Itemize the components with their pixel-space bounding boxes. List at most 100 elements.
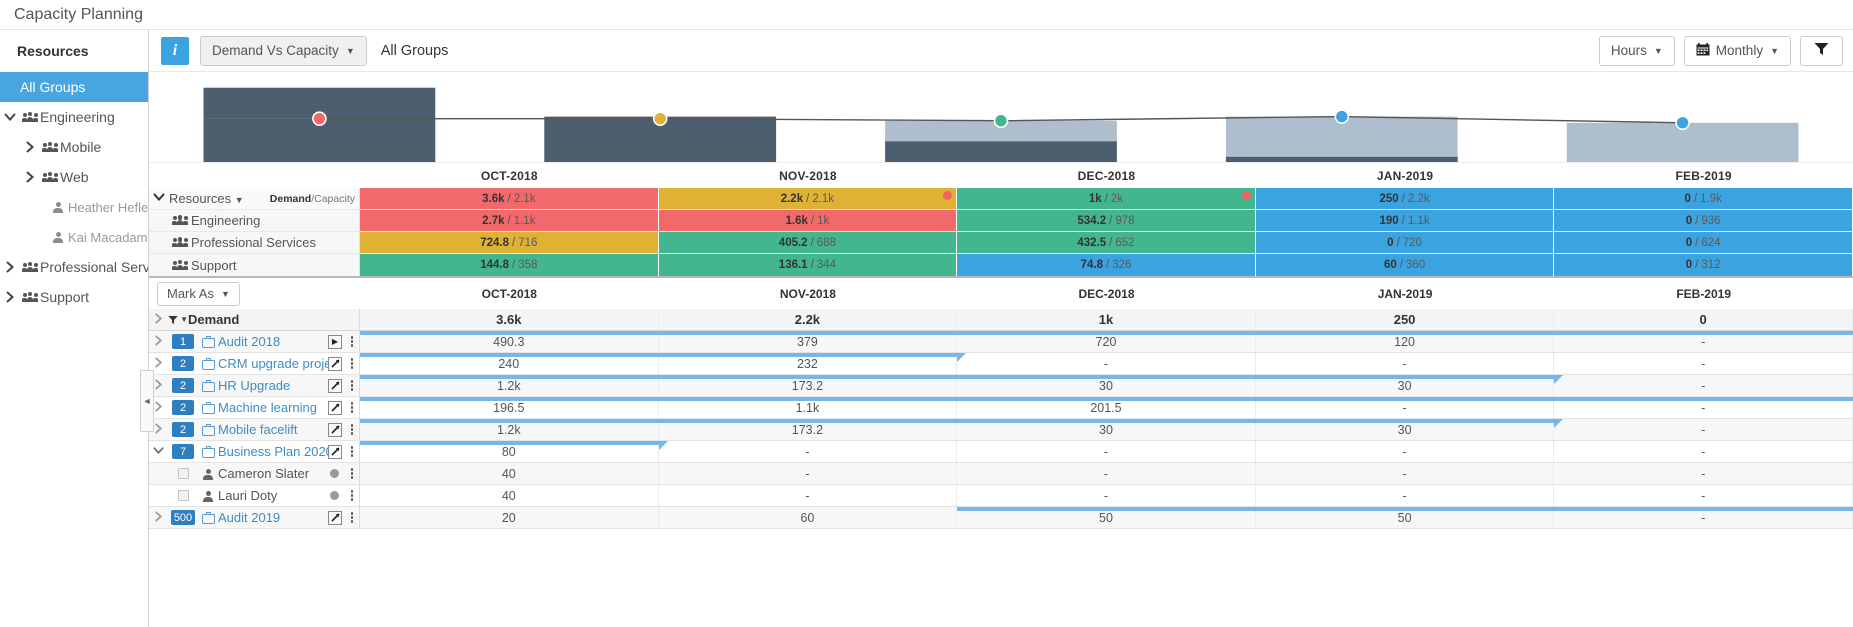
grid-cell[interactable]: - <box>659 463 958 484</box>
row-menu-icon[interactable] <box>345 512 359 523</box>
grid-cell[interactable]: 196.5 <box>360 397 659 418</box>
table-row[interactable]: 500 Audit 2019 20 60 50 50- <box>149 507 1853 529</box>
edit-icon[interactable] <box>328 510 342 525</box>
heatmap-cell[interactable]: 534.2/978 <box>957 210 1256 231</box>
grid-cell[interactable]: - <box>1554 353 1853 374</box>
sidebar-item-engineering[interactable]: Engineering <box>0 102 148 132</box>
grid-cell[interactable]: 1.2k <box>360 375 659 396</box>
mark-as-button[interactable]: Mark As ▼ <box>157 281 240 306</box>
heatmap-cell[interactable]: 2.2k/2.1k <box>658 188 958 209</box>
row-checkbox[interactable] <box>177 490 189 501</box>
chevron-right-icon[interactable] <box>0 291 20 303</box>
grid-cell[interactable]: 40 <box>360 463 659 484</box>
grid-cell[interactable]: - <box>1256 353 1555 374</box>
grid-cell[interactable]: - <box>1554 463 1853 484</box>
chevron-right-icon[interactable] <box>20 171 40 183</box>
grid-cell[interactable]: - <box>1554 441 1853 462</box>
play-icon[interactable]: ▶ <box>328 334 342 349</box>
table-row[interactable]: 2CRM upgrade project240232--- <box>149 353 1853 375</box>
row-menu-icon[interactable] <box>345 490 359 501</box>
table-row[interactable]: 1 Audit 2018 ▶ 490.3 379 720 120- <box>149 331 1853 353</box>
chevron-right-icon[interactable] <box>149 356 168 371</box>
row-menu-icon[interactable] <box>345 336 359 347</box>
alert-dot-icon[interactable] <box>943 191 953 200</box>
heatmap-cell[interactable]: 3.6k/2.1k <box>360 188 659 209</box>
grid-cell[interactable]: - <box>659 485 958 506</box>
grid-cell[interactable]: 201.5 <box>957 397 1256 418</box>
heatmap-cell[interactable]: 0/312 <box>1554 254 1853 276</box>
edit-icon[interactable] <box>328 378 342 393</box>
table-row[interactable]: 2 Machine learning 196.5 1.1k 201.5- - <box>149 397 1853 419</box>
chevron-right-icon[interactable] <box>149 510 168 525</box>
sidebar-item-support[interactable]: Support <box>0 282 148 312</box>
chevron-right-icon[interactable] <box>0 261 20 273</box>
grid-cell[interactable]: 50 <box>1256 507 1555 528</box>
grid-cell[interactable]: - <box>957 353 1256 374</box>
status-dot-icon[interactable] <box>330 469 339 478</box>
edit-icon[interactable] <box>328 444 342 459</box>
alert-dot-icon[interactable] <box>1241 191 1251 200</box>
heatmap-row-label-text[interactable]: Resources ▼ <box>169 191 270 206</box>
heatmap-cell[interactable]: 2.7k/1.1k <box>360 210 659 231</box>
table-row[interactable]: 2 HR Upgrade 1.2k 173.2 30 30- <box>149 375 1853 397</box>
row-name[interactable]: Machine learning <box>218 400 328 415</box>
grid-cell[interactable]: 379 <box>659 331 958 352</box>
grid-cell[interactable]: - <box>1554 375 1853 396</box>
heatmap-cell[interactable]: 60/360 <box>1255 254 1555 276</box>
heatmap-cell[interactable]: 0/624 <box>1554 232 1853 253</box>
status-dot-icon[interactable] <box>330 491 339 500</box>
unit-selector-button[interactable]: Hours ▼ <box>1598 35 1675 66</box>
row-name[interactable]: Business Plan 2020 <box>218 444 328 459</box>
row-name[interactable]: Mobile facelift <box>218 422 328 437</box>
grid-cell[interactable]: 720 <box>957 331 1256 352</box>
sidebar-item-kai-macadam[interactable]: Kai Macadam <box>0 222 148 252</box>
sidebar-item-heather-hefley[interactable]: Heather Hefley <box>0 192 148 222</box>
grid-cell[interactable]: - <box>1256 485 1555 506</box>
grid-cell[interactable]: 1.1k <box>659 397 958 418</box>
grid-cell[interactable]: 30 <box>957 419 1256 440</box>
grid-cell[interactable]: - <box>957 441 1256 462</box>
grid-cell[interactable]: 20 <box>360 507 659 528</box>
grid-cell[interactable]: 173.2 <box>659 375 958 396</box>
row-name[interactable]: Audit 2019 <box>218 510 328 525</box>
row-name[interactable]: Lauri Doty <box>218 488 327 503</box>
grid-cell[interactable]: 40 <box>360 485 659 506</box>
grid-cell[interactable]: - <box>957 463 1256 484</box>
table-row[interactable]: 7 Business Plan 2020 80- - - - <box>149 441 1853 463</box>
grid-cell[interactable]: 30 <box>1256 419 1555 440</box>
heatmap-cell[interactable]: 724.8/716 <box>360 232 659 253</box>
sidebar-item-web[interactable]: Web <box>0 162 148 192</box>
grid-cell[interactable]: - <box>1554 397 1853 418</box>
row-name[interactable]: Cameron Slater <box>218 466 327 481</box>
heatmap-cell[interactable]: 74.8/326 <box>957 254 1256 276</box>
view-selector-button[interactable]: Demand Vs Capacity ▼ <box>200 35 367 66</box>
grid-cell[interactable]: - <box>659 441 958 462</box>
heatmap-cell[interactable]: 190/1.1k <box>1255 210 1555 231</box>
heatmap-cell[interactable]: 0/936 <box>1554 210 1853 231</box>
heatmap-cell[interactable]: 144.8/358 <box>360 254 659 276</box>
chevron-right-icon[interactable] <box>20 141 40 153</box>
edit-icon[interactable] <box>328 400 342 415</box>
grid-cell[interactable]: 173.2 <box>659 419 958 440</box>
row-menu-icon[interactable] <box>345 402 359 413</box>
grid-cell[interactable]: 490.3 <box>360 331 659 352</box>
sidebar-item-professional-serv[interactable]: Professional Serv <box>0 252 148 282</box>
table-row[interactable]: Cameron Slater 40- - - - <box>149 463 1853 485</box>
grid-cell[interactable]: 60 <box>659 507 958 528</box>
heatmap-cell[interactable]: 0/1.9k <box>1554 188 1853 209</box>
heatmap-cell[interactable]: 136.1/344 <box>658 254 958 276</box>
filter-button[interactable] <box>1800 35 1843 66</box>
row-checkbox[interactable] <box>177 468 189 479</box>
row-name[interactable]: HR Upgrade <box>218 378 328 393</box>
edit-icon[interactable] <box>328 356 342 371</box>
grid-cell[interactable]: 50 <box>957 507 1256 528</box>
heatmap-cell[interactable]: 432.5/652 <box>957 232 1256 253</box>
heatmap-cell[interactable]: 250/2.2k <box>1255 188 1555 209</box>
row-name[interactable]: CRM upgrade project <box>218 356 328 371</box>
grid-cell[interactable]: - <box>1256 463 1555 484</box>
row-menu-icon[interactable] <box>345 446 359 457</box>
grid-cell[interactable]: - <box>1554 485 1853 506</box>
row-name[interactable]: Audit 2018 <box>218 334 328 349</box>
sidebar-collapse-handle[interactable]: ◄ <box>140 370 154 432</box>
table-row[interactable]: 2 Mobile facelift 1.2k 173.2 30 30- <box>149 419 1853 441</box>
